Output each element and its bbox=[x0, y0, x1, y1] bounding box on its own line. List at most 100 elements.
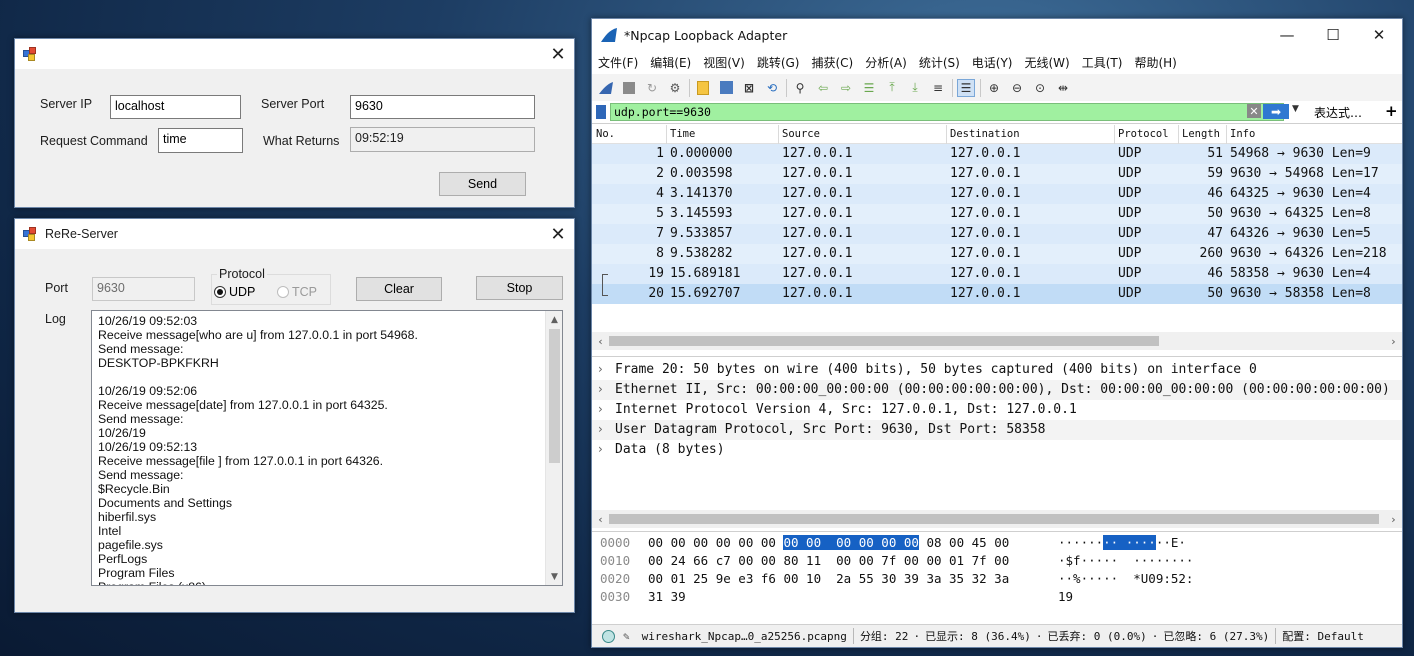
detail-row[interactable]: › Ethernet II, Src: 00:00:00_00:00:00 (00… bbox=[592, 380, 1402, 400]
hex-bytes[interactable]: 00 01 25 9e e3 f6 00 10 2a 55 30 39 3a 3… bbox=[648, 571, 1009, 586]
close-icon[interactable]: ✕ bbox=[542, 219, 574, 249]
menu-item[interactable]: 无线(W) bbox=[1025, 54, 1070, 71]
filter-dropdown-icon[interactable]: ▼ bbox=[1292, 104, 1299, 114]
wireshark-title-bar[interactable]: *Npcap Loopback Adapter — ☐ ✕ bbox=[592, 19, 1402, 51]
column-header[interactable]: Protocol bbox=[1118, 128, 1169, 140]
server-title-bar[interactable]: ReRe-Server ✕ bbox=[15, 219, 574, 249]
close-icon[interactable]: ✕ bbox=[542, 39, 574, 69]
reload-file-icon[interactable]: ⟲ bbox=[763, 79, 781, 97]
log-textbox[interactable]: 10/26/19 09:52:03 Receive message[who are… bbox=[91, 310, 563, 586]
send-button[interactable]: Send bbox=[439, 172, 526, 196]
menu-item[interactable]: 统计(S) bbox=[919, 54, 960, 71]
packet-list-hscroll[interactable]: ‹ › bbox=[592, 332, 1402, 350]
udp-radio[interactable]: UDP bbox=[214, 285, 255, 299]
expand-chevron-icon[interactable]: › bbox=[598, 442, 603, 456]
zoom-in-icon[interactable]: ⊕ bbox=[985, 79, 1003, 97]
go-to-packet-icon[interactable]: ☰ bbox=[860, 79, 878, 97]
close-icon[interactable]: ✕ bbox=[1356, 19, 1402, 51]
scroll-left-icon[interactable]: ‹ bbox=[592, 332, 609, 350]
scroll-right-icon[interactable]: › bbox=[1385, 332, 1402, 350]
minimize-icon[interactable]: — bbox=[1264, 19, 1310, 51]
menu-item[interactable]: 跳转(G) bbox=[757, 54, 800, 71]
column-header[interactable]: No. bbox=[596, 128, 615, 140]
scroll-down-icon[interactable]: ▼ bbox=[546, 568, 562, 585]
clear-filter-icon[interactable]: ✕ bbox=[1247, 104, 1261, 118]
server-port-field[interactable]: 9630 bbox=[350, 95, 535, 119]
detail-row[interactable]: › User Datagram Protocol, Src Port: 9630,… bbox=[592, 420, 1402, 440]
hex-bytes[interactable]: 00 00 00 00 00 00 00 00 00 00 00 00 08 0… bbox=[648, 535, 1009, 550]
close-file-icon[interactable]: ⊠ bbox=[740, 79, 758, 97]
hex-bytes[interactable]: 31 39 bbox=[648, 589, 686, 604]
packet-row[interactable]: 8 9.538282 127.0.0.1 127.0.0.1 UDP 260 9630 → … bbox=[592, 244, 1402, 264]
scroll-thumb[interactable] bbox=[549, 329, 560, 463]
scroll-up-icon[interactable]: ▲ bbox=[546, 311, 562, 328]
column-header[interactable]: Source bbox=[782, 128, 820, 140]
packet-row[interactable]: 20 15.692707 127.0.0.1 127.0.0.1 UDP 50 9630 →… bbox=[592, 284, 1402, 304]
column-separator[interactable] bbox=[1226, 125, 1227, 144]
bookmark-icon[interactable] bbox=[596, 105, 606, 119]
go-forward-icon[interactable]: ⇨ bbox=[837, 79, 855, 97]
packet-row[interactable]: 4 3.141370 127.0.0.1 127.0.0.1 UDP 46 64325 → … bbox=[592, 184, 1402, 204]
status-profile[interactable]: 配置: Default bbox=[1282, 628, 1364, 644]
column-separator[interactable] bbox=[666, 125, 667, 144]
last-packet-icon[interactable]: ⤓ bbox=[906, 79, 924, 97]
expert-info-icon[interactable] bbox=[602, 629, 615, 643]
menu-item[interactable]: 文件(F) bbox=[598, 54, 638, 71]
restart-capture-icon[interactable]: ↻ bbox=[643, 79, 661, 97]
clear-button[interactable]: Clear bbox=[356, 277, 442, 301]
expand-chevron-icon[interactable]: › bbox=[598, 422, 603, 436]
start-capture-icon[interactable] bbox=[597, 79, 615, 97]
add-filter-button[interactable]: + bbox=[1385, 102, 1398, 120]
column-header[interactable]: Length bbox=[1182, 128, 1220, 140]
packet-row[interactable]: 1 0.000000 127.0.0.1 127.0.0.1 UDP 51 54968 → … bbox=[592, 144, 1402, 164]
menu-item[interactable]: 电话(Y) bbox=[972, 54, 1013, 71]
what-returns-field[interactable]: 09:52:19 bbox=[350, 127, 535, 152]
port-field[interactable]: 9630 bbox=[92, 277, 195, 301]
stop-capture-icon[interactable] bbox=[620, 79, 638, 97]
detail-row[interactable]: › Frame 20: 50 bytes on wire (400 bits), … bbox=[592, 360, 1402, 380]
resize-columns-icon[interactable]: ⇹ bbox=[1054, 79, 1072, 97]
server-ip-field[interactable]: localhost bbox=[110, 95, 241, 119]
hex-bytes[interactable]: 00 24 66 c7 00 00 80 11 00 00 7f 00 00 0… bbox=[648, 553, 1009, 568]
capture-options-icon[interactable]: ⚙ bbox=[666, 79, 684, 97]
open-file-icon[interactable] bbox=[694, 79, 712, 97]
stop-button[interactable]: Stop bbox=[476, 276, 563, 300]
first-packet-icon[interactable]: ⤒ bbox=[883, 79, 901, 97]
colorize-icon[interactable]: ☰ bbox=[957, 78, 975, 97]
save-file-icon[interactable] bbox=[717, 79, 735, 97]
zoom-normal-icon[interactable]: ⊙ bbox=[1031, 79, 1049, 97]
capture-comment-icon[interactable]: ✎ bbox=[623, 630, 630, 643]
scroll-thumb[interactable] bbox=[609, 514, 1379, 524]
column-header[interactable]: Destination bbox=[950, 128, 1020, 140]
expand-chevron-icon[interactable]: › bbox=[598, 402, 603, 416]
column-header[interactable]: Time bbox=[670, 128, 695, 140]
scroll-right-icon[interactable]: › bbox=[1385, 510, 1402, 528]
details-hscroll[interactable]: ‹ › bbox=[592, 510, 1402, 528]
hex-ascii[interactable]: ········ ······E· bbox=[1058, 535, 1186, 550]
scroll-left-icon[interactable]: ‹ bbox=[592, 510, 609, 528]
hex-ascii[interactable]: ··%····· *U09:52: bbox=[1058, 571, 1193, 586]
expression-button[interactable]: 表达式… bbox=[1314, 104, 1362, 121]
display-filter-input[interactable]: udp.port==9630 bbox=[610, 103, 1284, 121]
detail-row[interactable]: › Data (8 bytes) bbox=[592, 440, 1402, 460]
column-separator[interactable] bbox=[1114, 125, 1115, 144]
autoscroll-icon[interactable]: ≡ bbox=[929, 79, 947, 97]
find-packet-icon[interactable]: ⚲ bbox=[791, 79, 809, 97]
column-header[interactable]: Info bbox=[1230, 128, 1255, 140]
client-title-bar[interactable]: ✕ bbox=[15, 39, 574, 69]
scroll-thumb[interactable] bbox=[609, 336, 1159, 346]
expand-chevron-icon[interactable]: › bbox=[598, 382, 603, 396]
hex-ascii[interactable]: ·$f····· ········ bbox=[1058, 553, 1193, 568]
tcp-radio[interactable]: TCP bbox=[277, 285, 317, 299]
menu-item[interactable]: 编辑(E) bbox=[650, 54, 691, 71]
menu-item[interactable]: 帮助(H) bbox=[1134, 54, 1176, 71]
column-separator[interactable] bbox=[946, 125, 947, 144]
menu-item[interactable]: 视图(V) bbox=[703, 54, 745, 71]
packet-row[interactable]: 19 15.689181 127.0.0.1 127.0.0.1 UDP 46 58358 … bbox=[592, 264, 1402, 284]
request-command-field[interactable]: time bbox=[158, 128, 243, 153]
maximize-icon[interactable]: ☐ bbox=[1310, 19, 1356, 51]
apply-filter-icon[interactable]: ➡ bbox=[1263, 104, 1289, 119]
hex-ascii[interactable]: 19 bbox=[1058, 589, 1073, 604]
log-scrollbar[interactable]: ▲ ▼ bbox=[545, 311, 562, 585]
packet-row[interactable]: 2 0.003598 127.0.0.1 127.0.0.1 UDP 59 9630 → 5… bbox=[592, 164, 1402, 184]
